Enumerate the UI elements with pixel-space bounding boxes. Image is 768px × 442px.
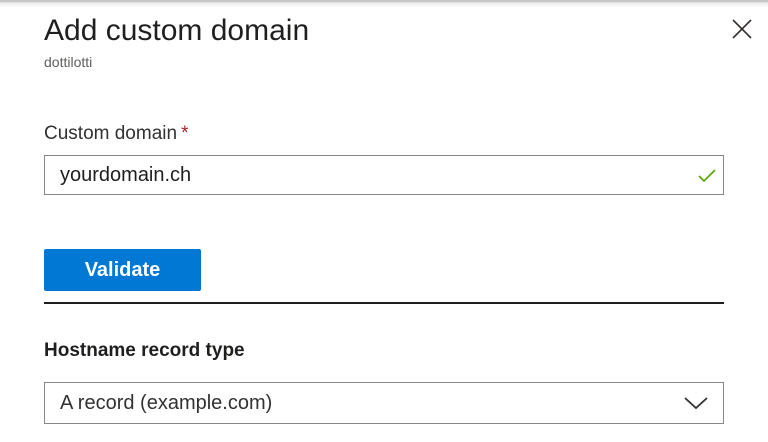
custom-domain-input[interactable] — [45, 156, 685, 194]
panel-title: Add custom domain — [44, 14, 310, 47]
required-marker: * — [181, 123, 189, 144]
chevron-down-icon — [683, 394, 709, 412]
hostname-record-type-value: A record (example.com) — [60, 392, 273, 414]
hostname-record-type-label: Hostname record type — [44, 340, 245, 361]
hostname-record-type-dropdown[interactable]: A record (example.com) — [44, 382, 724, 424]
custom-domain-field — [44, 155, 724, 195]
custom-domain-label-text: Custom domain — [44, 123, 178, 144]
section-divider — [44, 302, 724, 304]
add-custom-domain-panel: Add custom domain dottilotti Custom doma… — [0, 0, 768, 442]
panel-subtitle: dottilotti — [44, 54, 93, 70]
close-icon[interactable] — [725, 14, 757, 46]
validate-button[interactable]: Validate — [44, 249, 201, 291]
custom-domain-label: Custom domain * — [44, 120, 188, 148]
checkmark-icon — [697, 166, 717, 186]
